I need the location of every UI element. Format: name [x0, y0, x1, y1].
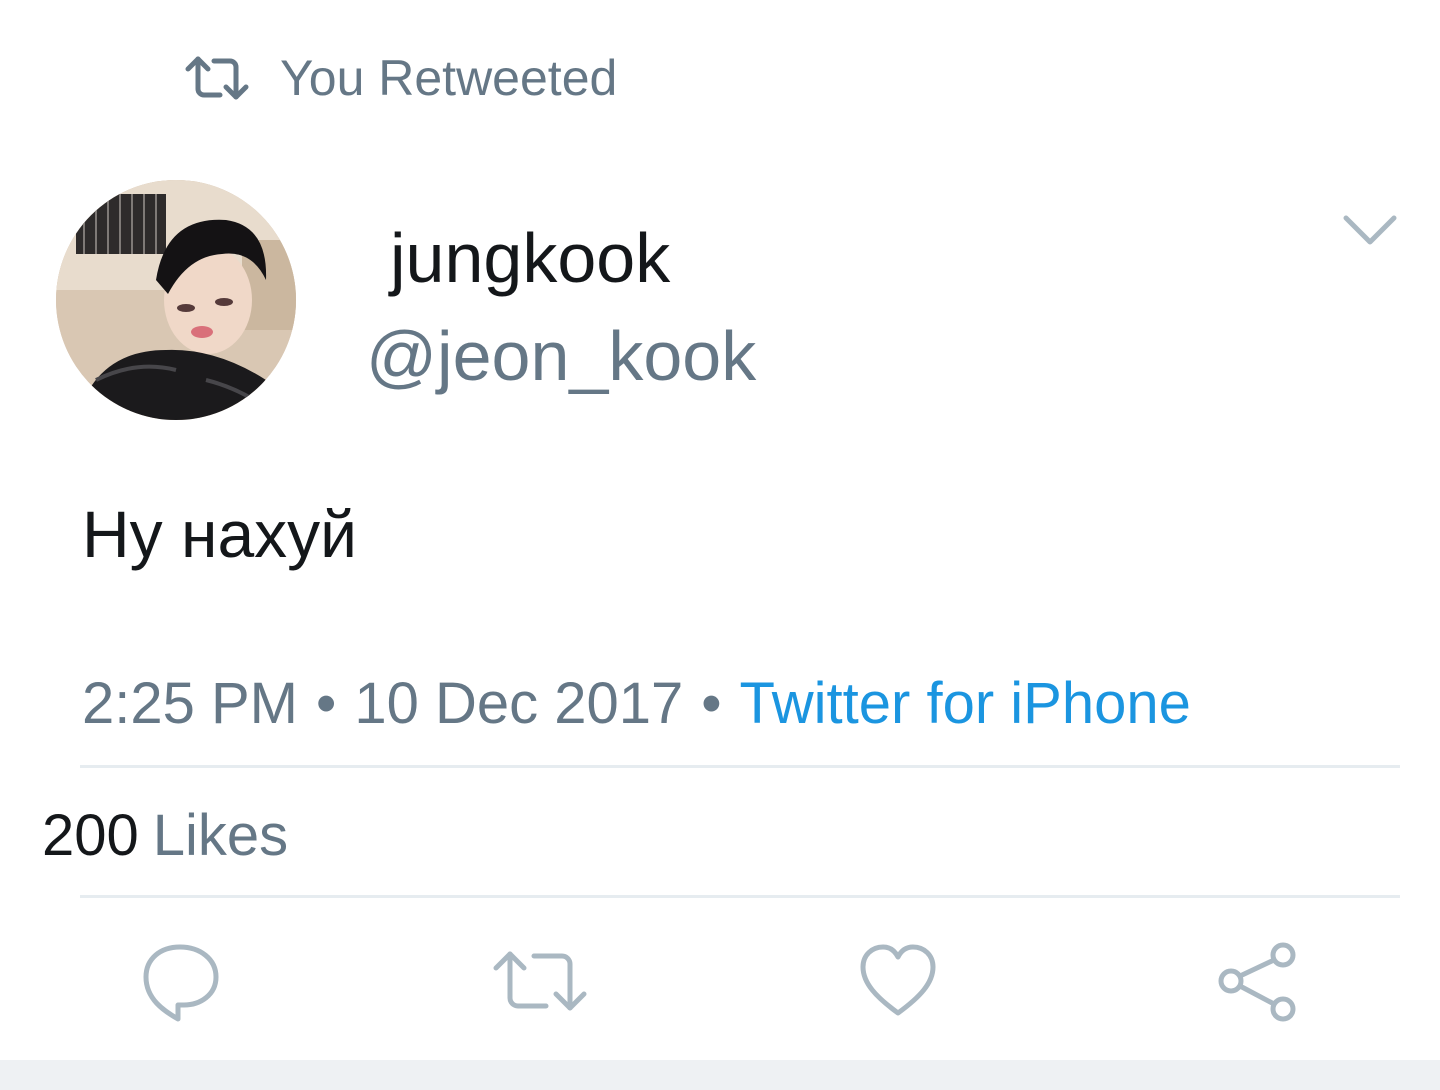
like-button[interactable]	[848, 936, 948, 1030]
divider	[80, 895, 1400, 898]
bottom-separator	[0, 1060, 1440, 1090]
author-display-name[interactable]: jungkook	[390, 218, 670, 298]
retweet-context[interactable]: You Retweeted	[184, 48, 617, 108]
tweet-text: Ну нахуй	[82, 497, 358, 571]
retweet-icon	[184, 53, 250, 103]
tweet-detail-page: You Retweeted jungkook @jeon_kook Ну нах…	[0, 0, 1440, 1090]
likes-label: Likes	[152, 803, 289, 868]
author-handle[interactable]: @jeon_kook	[366, 316, 756, 396]
meta-separator: •	[701, 671, 722, 736]
retweet-button[interactable]	[490, 936, 590, 1030]
reply-icon	[138, 939, 222, 1028]
share-button[interactable]	[1208, 936, 1308, 1030]
tweet-date: 10 Dec 2017	[354, 671, 684, 736]
likes-stat[interactable]: 200 Likes	[42, 800, 288, 872]
tweet-meta: 2:25 PM • 10 Dec 2017 • Twitter for iPhone	[82, 668, 1191, 740]
retweet-icon	[490, 946, 590, 1021]
share-icon	[1215, 939, 1301, 1028]
meta-separator: •	[316, 671, 337, 736]
tweet-source-link[interactable]: Twitter for iPhone	[740, 671, 1191, 736]
retweet-context-text: You Retweeted	[280, 50, 618, 106]
heart-icon	[858, 943, 938, 1024]
likes-count: 200	[42, 803, 139, 868]
reply-button[interactable]	[130, 936, 230, 1030]
divider	[80, 765, 1400, 768]
avatar[interactable]	[56, 180, 296, 420]
tweet-time: 2:25 PM	[82, 671, 298, 736]
chevron-down-icon[interactable]	[1338, 206, 1402, 254]
